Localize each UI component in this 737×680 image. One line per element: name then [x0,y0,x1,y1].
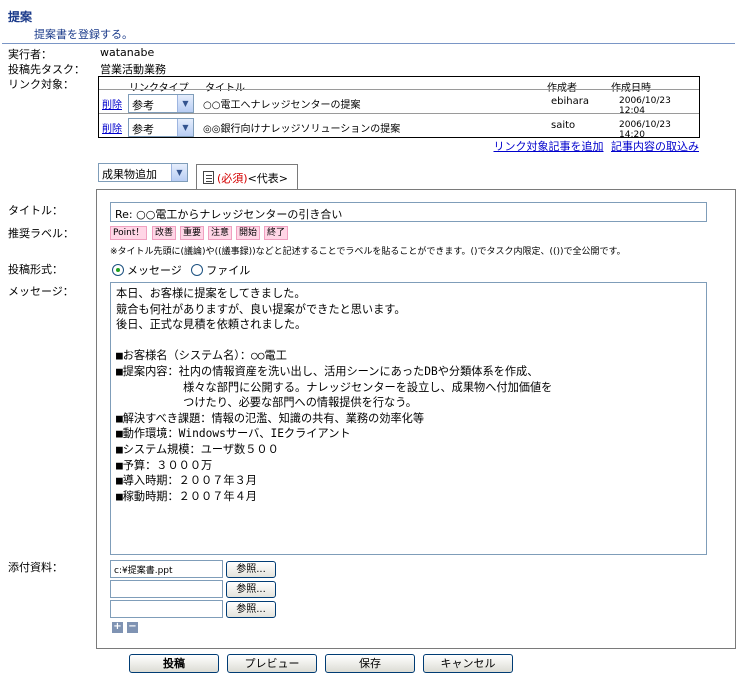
message-label: メッセージ： [8,285,74,298]
required-mark: (必須) [217,172,248,185]
link-type-select[interactable]: 参考 ▼ [128,94,194,113]
message-line: 本日、お客様に提案をしてきました。 [116,287,306,300]
message-line: ■動作環境：Windowsサーバ、IEクライアント [116,427,351,441]
delete-link[interactable]: 削除 [102,96,122,111]
chevron-down-icon: ▼ [171,164,187,181]
message-textarea[interactable]: 本日、お客様に提案をしてきました。競合も何社がありますが、良い提案ができたと思い… [110,282,707,555]
post-button[interactable]: 投稿 [129,654,219,673]
title-divider [2,43,735,44]
title-input[interactable]: Re: ○○電工からナレッジセンターの引き合い [110,202,707,222]
plus-icon[interactable]: + [112,622,123,633]
label-chip-end[interactable]: 終了 [264,226,289,240]
preview-button[interactable]: プレビュー [227,654,317,673]
post-type-label: 投稿形式： [8,263,63,276]
table-row: 削除 参考 ▼ ◎◎銀行向けナレッジソリューションの提案 saito 2006/… [99,113,699,140]
label-chip-important[interactable]: 重要 [180,226,205,240]
message-line: ■稼動時期：２００７年４月 [116,489,257,503]
executor-value: watanabe [100,46,155,59]
label-chip-start[interactable]: 開始 [236,226,261,240]
radio-unchecked-icon [191,264,204,276]
message-line: 競合も何社がありますが、良い提案ができたと思います。 [116,302,406,316]
page-subtitle: 提案書を登録する。 [34,28,133,41]
message-line: 様々な部門に公開する。ナレッジセンターを設立し、成果物へ付加価値を [116,380,553,394]
attachment-label: 添付資料： [8,561,63,574]
link-title: ○○電工へナレッジセンターの提案 [203,100,361,111]
task-value: 営業活動業務 [100,63,166,76]
cancel-button[interactable]: キャンセル [423,654,513,673]
post-type-message-radio[interactable]: メッセージ [112,264,182,277]
browse-button-2[interactable]: 参照... [226,581,276,598]
labels-label: 推奨ラベル： [8,227,74,240]
message-line: ■システム規模：ユーザ数５００ [116,442,279,456]
tab-representative[interactable]: (必須)<代表> [196,164,298,189]
save-button[interactable]: 保存 [325,654,415,673]
chevron-down-icon: ▼ [177,95,193,112]
add-link-target-link[interactable]: リンク対象記事を追加 [494,140,604,153]
browse-button-3[interactable]: 参照... [226,601,276,618]
attachment-input-2[interactable] [110,580,223,598]
minus-icon[interactable]: − [127,622,138,633]
link-type-select[interactable]: 参考 ▼ [128,118,194,137]
post-type-options: メッセージ ファイル [112,262,250,278]
link-title: ◎◎銀行向けナレッジソリューションの提案 [203,124,401,135]
message-line: ■予算：３０００万 [116,458,213,472]
task-label: 投稿先タスク： [8,63,85,76]
message-line: ■解決すべき課題：情報の氾濫、知識の共有、業務の効率化等 [116,411,425,425]
label-chip-improve[interactable]: 改善 [152,226,177,240]
attachment-input-3[interactable] [110,600,223,618]
link-table: リンクタイプ タイトル 作成者 作成日時 削除 参考 ▼ ○○電工へナレッジセン… [98,76,700,140]
message-line: ■提案内容：社内の情報資産を洗い出し、活用シーンにあったDBや分類体系を作成、 [116,364,539,378]
import-content-link[interactable]: 記事内容の取込み [611,140,699,153]
link-author: saito [551,120,576,131]
document-icon [203,171,214,184]
artifact-add-select[interactable]: 成果物追加 ▼ [98,163,188,182]
link-actions: リンク対象記事を追加 記事内容の取込み [490,138,700,154]
attachment-input-1[interactable]: c:¥提案書.ppt [110,560,223,578]
delete-link[interactable]: 削除 [102,120,122,135]
message-line: 後日、正式な見積を依頼されました。 [116,318,307,332]
tab-label: <代表> [247,172,289,185]
message-line: ■導入時期：２００７年３月 [116,474,257,488]
post-type-file-radio[interactable]: ファイル [191,264,250,277]
radio-checked-icon [112,264,124,276]
message-line: つけたり、必要な部門への情報提供を行なう。 [116,396,417,410]
browse-button-1[interactable]: 参照... [226,561,276,578]
message-line: ■お客様名（システム名）：○○電工 [116,349,287,363]
page-title: 提案 [8,10,33,24]
label-chip-caution[interactable]: 注意 [208,226,233,240]
title-label: タイトル： [8,204,63,217]
executor-label: 実行者： [8,48,52,61]
link-author: ebihara [551,96,589,107]
table-row: 削除 参考 ▼ ○○電工へナレッジセンターの提案 ebihara 2006/10… [99,89,699,116]
message-line [116,333,701,349]
label-chip-point[interactable]: Point！ [110,226,148,240]
link-target-label: リンク対象： [8,78,74,91]
label-note: ※タイトル先頭に(議論)や((議事録))などと記述することでラベルを貼ることがで… [110,247,626,257]
link-date: 2006/10/23 14:20 [619,120,671,140]
chevron-down-icon: ▼ [177,119,193,136]
